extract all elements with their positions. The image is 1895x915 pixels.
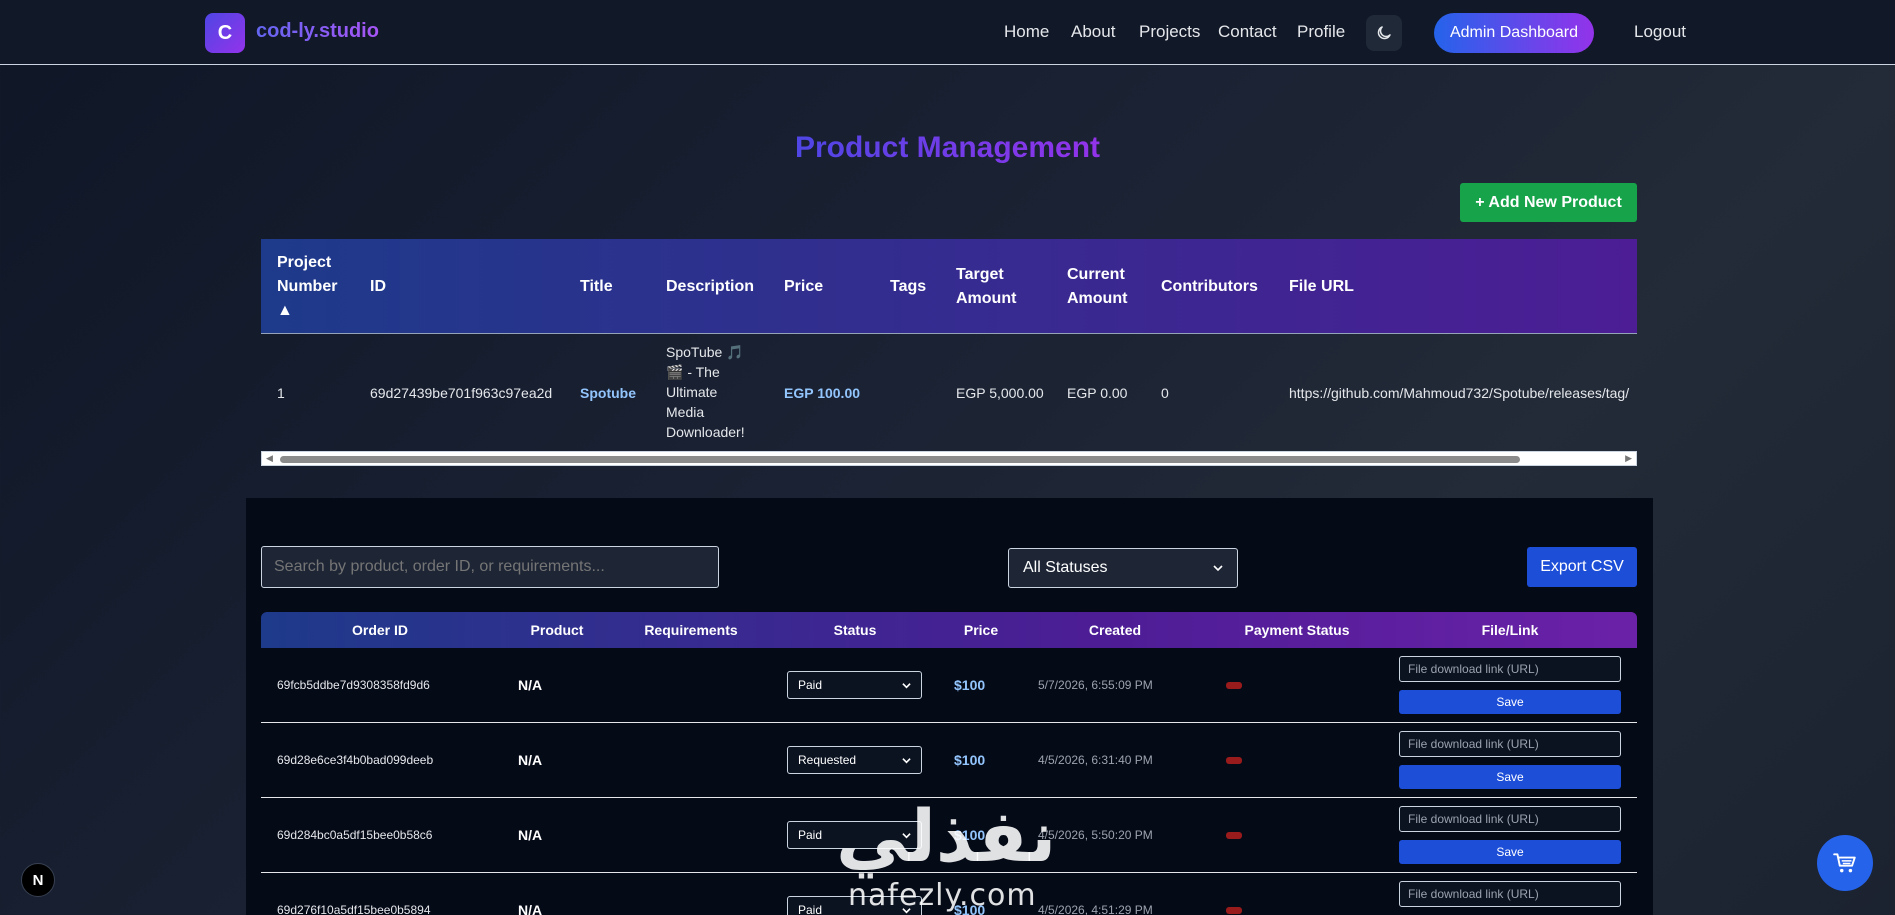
product-price: EGP 100.00 (784, 385, 861, 401)
navbar: C cod-ly.studio Home About Projects Cont… (0, 0, 1895, 65)
col-project-number[interactable]: Project Number ▲ (277, 251, 347, 323)
order-id: 69d28e6ce3f4b0bad099deeb (277, 753, 434, 767)
save-button[interactable]: Save (1399, 840, 1621, 864)
horizontal-scrollbar[interactable]: ◀ ▶ (261, 451, 1637, 466)
col-file-url: File URL (1289, 278, 1354, 295)
order-created: 5/7/2026, 6:55:09 PM (1038, 678, 1153, 692)
col-file-link: File/Link (1481, 622, 1539, 638)
watermark-logo-arabic: نفذلي (836, 794, 1057, 878)
watermark-logo-latin: nafezly.com (848, 878, 1037, 913)
status-filter-value: All Statuses (1023, 559, 1108, 576)
col-contributors: Contributors (1161, 278, 1258, 295)
brand-name[interactable]: cod-ly.studio (256, 20, 379, 43)
orders-table-header: Order ID Product Requirements Status Pri… (261, 612, 1637, 648)
export-csv-button[interactable]: Export CSV (1527, 547, 1637, 587)
logout-link[interactable]: Logout (1634, 22, 1686, 42)
save-button[interactable]: Save (1399, 690, 1621, 714)
col-requirements: Requirements (644, 622, 738, 638)
payment-status-badge (1226, 832, 1242, 839)
product-number: 1 (277, 385, 285, 401)
scrollbar-thumb[interactable] (280, 456, 1520, 463)
order-status-select[interactable]: Requested (787, 746, 922, 774)
file-link-input[interactable]: File download link (URL) (1399, 656, 1621, 682)
order-product: N/A (518, 752, 543, 768)
cart-icon (1833, 853, 1856, 873)
product-target-amount: EGP 5,000.00 (956, 385, 1044, 401)
col-price: Price (963, 622, 999, 638)
payment-status-badge (1226, 907, 1242, 914)
admin-dashboard-button[interactable]: Admin Dashboard (1434, 13, 1594, 53)
col-payment-status: Payment Status (1244, 622, 1350, 638)
file-link-input[interactable]: File download link (URL) (1399, 731, 1621, 757)
col-status: Status (833, 622, 877, 638)
order-search-input[interactable] (261, 546, 719, 588)
chevron-down-icon (1213, 565, 1223, 572)
nav-link-contact[interactable]: Contact (1218, 22, 1277, 42)
product-description: SpoTube 🎵 🎬 - The Ultimate Media Downloa… (666, 344, 745, 440)
order-price: $100 (954, 752, 986, 768)
nav-link-about[interactable]: About (1071, 22, 1115, 42)
file-link-input[interactable]: File download link (URL) (1399, 881, 1621, 907)
scroll-left-icon[interactable]: ◀ (266, 453, 273, 464)
table-row: 69d28e6ce3f4b0bad099deeb N/A Requested $… (261, 723, 1637, 798)
col-id: ID (370, 278, 386, 295)
nav-link-profile[interactable]: Profile (1297, 22, 1345, 42)
order-product: N/A (518, 827, 543, 843)
order-status-value: Requested (798, 753, 857, 767)
order-id: 69d276f10a5df15bee0b5894 (277, 903, 431, 915)
col-description: Description (666, 278, 755, 295)
payment-status-badge (1226, 757, 1242, 764)
product-file-url[interactable]: https://github.com/Mahmoud732/Spotube/re… (1289, 383, 1637, 403)
order-status-select[interactable]: Paid (787, 671, 922, 699)
chevron-down-icon (902, 757, 911, 763)
order-product: N/A (518, 902, 543, 915)
col-tags: Tags (890, 278, 927, 295)
product-title[interactable]: Spotube (580, 383, 636, 403)
cart-button[interactable] (1817, 835, 1873, 891)
order-id: 69d284bc0a5df15bee0b58c6 (277, 828, 433, 842)
save-button[interactable]: Save (1399, 765, 1621, 789)
table-row: 1 69d27439be701f963c97ea2d Spotube SpoTu… (261, 334, 1637, 451)
order-created: 4/5/2026, 4:51:29 PM (1038, 903, 1153, 915)
payment-status-badge (1226, 682, 1242, 689)
order-price: $100 (954, 677, 986, 693)
logo-mark[interactable]: C (205, 13, 245, 53)
status-filter-select[interactable]: All Statuses (1008, 548, 1238, 588)
order-product: N/A (518, 677, 543, 693)
order-id: 69fcb5ddbe7d9308358fd9d6 (277, 678, 430, 692)
products-table-header: Project Number ▲ ID Title Description Pr… (261, 239, 1637, 334)
product-contributors: 0 (1161, 385, 1169, 401)
order-created: 4/5/2026, 6:31:40 PM (1038, 753, 1153, 767)
nav-link-home[interactable]: Home (1004, 22, 1049, 42)
next-dev-badge[interactable]: N (21, 863, 55, 897)
moon-icon (1377, 26, 1391, 40)
scroll-right-icon[interactable]: ▶ (1625, 453, 1632, 464)
theme-toggle-button[interactable] (1366, 15, 1402, 51)
sort-asc-icon[interactable]: ▲ (277, 299, 347, 323)
col-order-id: Order ID (351, 622, 409, 638)
col-price: Price (784, 278, 824, 295)
order-status-value: Paid (798, 828, 823, 842)
col-current-amount: Current Amount (1067, 266, 1128, 307)
col-product: Product (530, 622, 584, 638)
file-link-input[interactable]: File download link (URL) (1399, 806, 1621, 832)
col-created: Created (1088, 622, 1142, 638)
add-product-button[interactable]: + Add New Product (1460, 183, 1637, 222)
chevron-down-icon (902, 682, 911, 688)
page-title: Product Management (794, 131, 1101, 164)
table-row: 69fcb5ddbe7d9308358fd9d6 N/A Paid $100 5… (261, 648, 1637, 723)
product-id: 69d27439be701f963c97ea2d (370, 385, 553, 401)
col-target-amount: Target Amount (956, 266, 1017, 307)
nav-link-projects[interactable]: Projects (1139, 22, 1200, 42)
product-current-amount: EGP 0.00 (1067, 385, 1128, 401)
col-title: Title (580, 278, 613, 295)
order-status-value: Paid (798, 903, 823, 915)
order-status-value: Paid (798, 678, 823, 692)
